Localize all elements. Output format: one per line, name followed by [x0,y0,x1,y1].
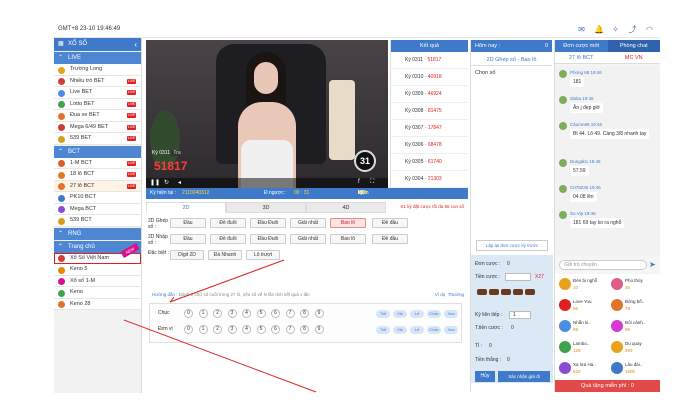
annotation-arrows [123,259,317,393]
app-window: GMT+8 23-10 19:46:49 ✉ 🔔 ✧ ⤴ ◠ ▦ XỔ SỐ ‹… [54,22,660,393]
arrow-line [123,319,317,393]
arrow-line [169,259,285,303]
